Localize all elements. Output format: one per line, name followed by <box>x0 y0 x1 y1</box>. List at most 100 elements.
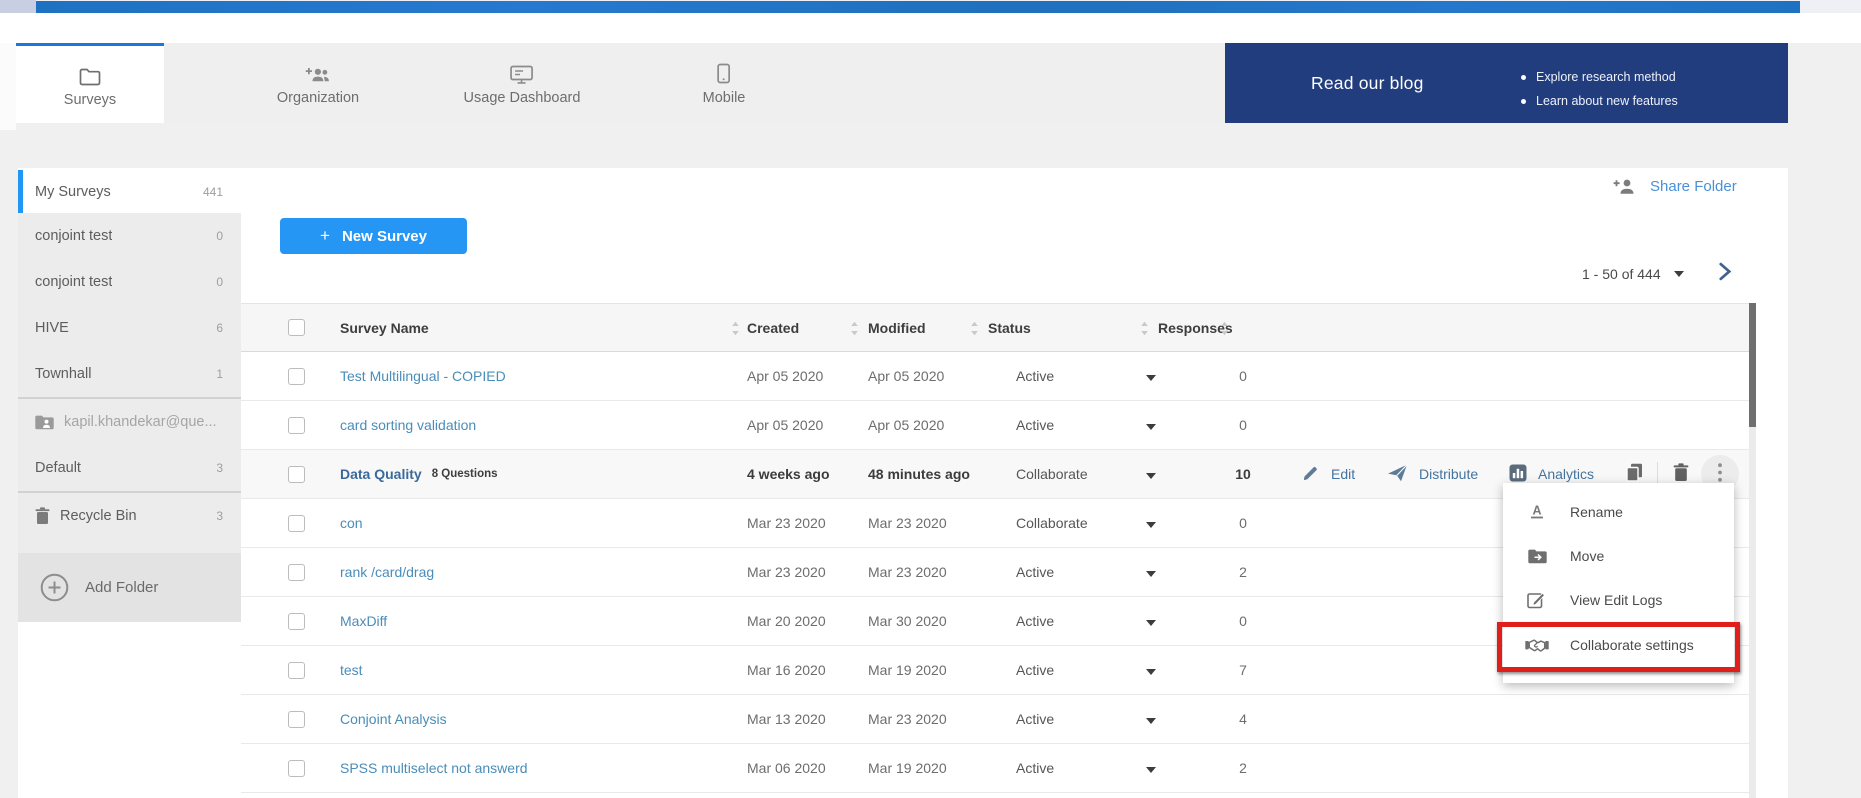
sidebar-item-recycle-bin[interactable]: Recycle Bin3 <box>18 493 241 539</box>
status-dropdown-value: Active <box>1016 401 1054 449</box>
survey-name-link[interactable]: test <box>340 646 363 694</box>
copy-icon <box>1625 463 1644 485</box>
share-folder-button[interactable]: Share Folder <box>1613 178 1737 195</box>
row-checkbox[interactable] <box>288 711 305 728</box>
responses-value: 2 <box>1239 564 1247 580</box>
status-dropdown-value: Active <box>1016 597 1054 645</box>
column-header-modified[interactable]: Modified <box>868 304 926 352</box>
survey-name-link[interactable]: Test Multilingual - COPIED <box>340 352 506 400</box>
column-header-status[interactable]: Status <box>988 304 1031 352</box>
sidebar-item-label: HIVE <box>35 320 69 336</box>
sidebar-item-my-surveys[interactable]: My Surveys441 <box>18 170 241 213</box>
row-checkbox[interactable] <box>288 368 305 385</box>
modified-cell: Mar 19 2020 <box>868 646 947 694</box>
sidebar-item-hive[interactable]: HIVE6 <box>18 305 241 351</box>
banner-bullet: Explore research method <box>1521 65 1678 89</box>
responses-value: 0 <box>1239 515 1247 531</box>
menu-item-view-edit-logs[interactable]: View Edit Logs <box>1503 578 1734 622</box>
sidebar-item-default[interactable]: Default3 <box>18 445 241 491</box>
column-header-survey-name[interactable]: Survey Name <box>340 304 429 352</box>
created-cell: Apr 05 2020 <box>747 352 823 400</box>
distribute-button[interactable]: Distribute <box>1387 450 1478 498</box>
sort-icon[interactable] <box>970 304 979 352</box>
responses-cell: 0 <box>1226 597 1260 645</box>
sidebar-item-label: Recycle Bin <box>60 508 137 524</box>
sort-icon[interactable] <box>731 304 740 352</box>
responses-value: 10 <box>1235 466 1251 482</box>
row-checkbox[interactable] <box>288 417 305 434</box>
modified-cell: Apr 05 2020 <box>868 401 944 449</box>
created-cell: Mar 23 2020 <box>747 499 826 547</box>
pagination-range-dropdown[interactable]: 1 - 50 of 444 <box>1582 263 1684 285</box>
created-cell: Apr 05 2020 <box>747 401 823 449</box>
status-dropdown-caret[interactable] <box>1146 597 1156 645</box>
row-checkbox[interactable] <box>288 662 305 679</box>
move-folder-icon <box>1525 549 1549 564</box>
status-dropdown-caret[interactable] <box>1146 548 1156 596</box>
survey-name-link[interactable]: rank /card/drag <box>340 548 434 596</box>
sort-icon[interactable] <box>850 304 859 352</box>
add-folder-button[interactable]: Add Folder <box>18 553 241 622</box>
row-checkbox[interactable] <box>288 613 305 630</box>
svg-text:A: A <box>1532 504 1541 518</box>
sidebar-item-conjoint-test[interactable]: conjoint test0 <box>18 259 241 305</box>
person-add-icon <box>1613 178 1636 195</box>
sidebar-item-conjoint-test[interactable]: conjoint test0 <box>18 213 241 259</box>
sort-icon[interactable] <box>1220 304 1229 352</box>
sort-icon[interactable] <box>1140 304 1149 352</box>
status-value: Active <box>1016 417 1054 433</box>
tab-mobile[interactable]: Mobile <box>703 43 746 123</box>
survey-name-link[interactable]: SPSS multiselect not answerd <box>340 744 528 792</box>
survey-name-link[interactable]: MaxDiff <box>340 597 387 645</box>
row-checkbox[interactable] <box>288 515 305 532</box>
status-dropdown-caret[interactable] <box>1146 744 1156 792</box>
tab-label: Usage Dashboard <box>464 90 581 106</box>
paper-plane-icon <box>1387 464 1408 485</box>
modified-value: 48 minutes ago <box>868 466 970 482</box>
survey-name-link[interactable]: Data Quality8 Questions <box>340 450 498 498</box>
next-page-button[interactable] <box>1718 262 1732 281</box>
new-survey-button[interactable]: + New Survey <box>280 218 467 254</box>
responses-value: 4 <box>1239 711 1247 727</box>
questions-badge: 8 Questions <box>432 468 498 480</box>
sidebar-item-townhall[interactable]: Townhall1 <box>18 351 241 397</box>
row-checkbox[interactable] <box>288 760 305 777</box>
menu-item-move[interactable]: Move <box>1503 534 1734 578</box>
survey-name-link[interactable]: card sorting validation <box>340 401 476 449</box>
survey-name-text: Test Multilingual - COPIED <box>340 368 506 384</box>
edit-button[interactable]: Edit <box>1301 450 1355 498</box>
tab-surveys[interactable]: Surveys <box>16 43 164 123</box>
select-all-checkbox[interactable] <box>288 319 305 336</box>
table-scrollbar-track[interactable] <box>1749 303 1756 798</box>
tab-organization[interactable]: Organization <box>277 43 359 123</box>
survey-name-link[interactable]: con <box>340 499 363 547</box>
trash-icon <box>35 507 50 525</box>
sidebar-item-count: 3 <box>210 461 223 475</box>
blog-banner-link[interactable]: Read our blog Explore research method Le… <box>1225 43 1788 123</box>
caret-down-icon <box>1674 271 1684 277</box>
status-dropdown-caret[interactable] <box>1146 401 1156 449</box>
chevron-right-icon <box>1718 262 1732 281</box>
table-scrollbar-thumb[interactable] <box>1749 303 1756 427</box>
status-dropdown-caret[interactable] <box>1146 499 1156 547</box>
add-folder-label: Add Folder <box>85 579 158 596</box>
row-checkbox[interactable] <box>288 564 305 581</box>
status-dropdown-value: Active <box>1016 695 1054 743</box>
status-dropdown-caret[interactable] <box>1146 646 1156 694</box>
survey-name-link[interactable]: Conjoint Analysis <box>340 695 447 743</box>
status-dropdown-caret[interactable] <box>1146 695 1156 743</box>
sidebar-item-kapil-khandekar-que[interactable]: kapil.khandekar@que... <box>18 399 241 445</box>
sidebar-item-count: 1 <box>210 367 223 381</box>
created-value: Mar 06 2020 <box>747 760 826 776</box>
tab-usage-dashboard[interactable]: Usage Dashboard <box>464 43 581 123</box>
folder-icon <box>79 62 101 86</box>
row-checkbox[interactable] <box>288 466 305 483</box>
edit-logs-icon <box>1525 591 1549 609</box>
status-dropdown-caret[interactable] <box>1146 352 1156 400</box>
caret-down-icon <box>1146 466 1156 482</box>
menu-item-rename[interactable]: ARename <box>1503 490 1734 534</box>
status-dropdown-caret[interactable] <box>1146 450 1156 498</box>
column-header-created[interactable]: Created <box>747 304 799 352</box>
status-value: Collaborate <box>1016 515 1088 531</box>
responses-cell: 0 <box>1226 352 1260 400</box>
